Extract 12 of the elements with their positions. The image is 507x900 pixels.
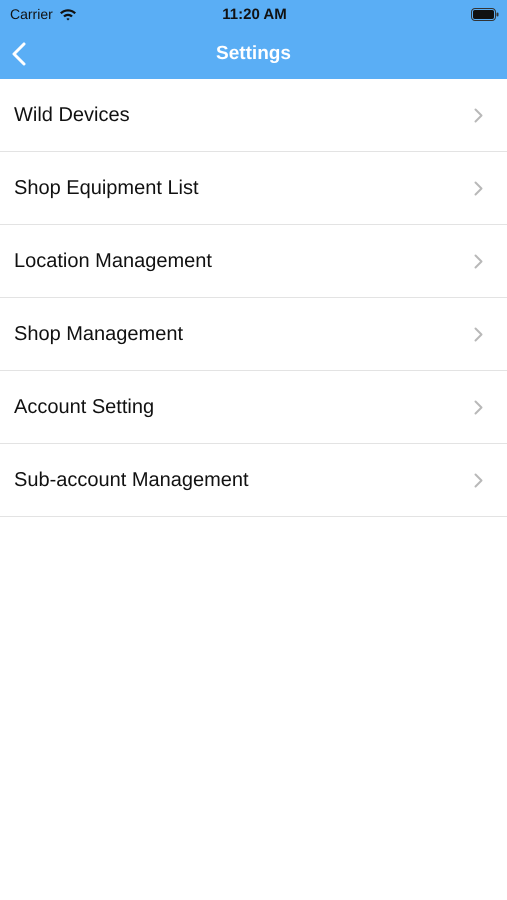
battery-icon — [470, 8, 499, 20]
screen-title: Settings — [216, 42, 291, 64]
chevron-right-icon — [474, 326, 483, 342]
back-chevron-icon — [12, 42, 26, 66]
carrier-text: Carrier — [10, 6, 53, 22]
chevron-right-icon — [474, 400, 483, 414]
clock-time: 11:20 AM — [222, 6, 287, 22]
chevron-right-icon — [474, 472, 483, 488]
chevron-right-icon — [474, 108, 483, 122]
chevron-right-icon — [474, 254, 483, 268]
chevron-right-icon — [474, 180, 483, 196]
wifi-icon — [58, 8, 77, 20]
